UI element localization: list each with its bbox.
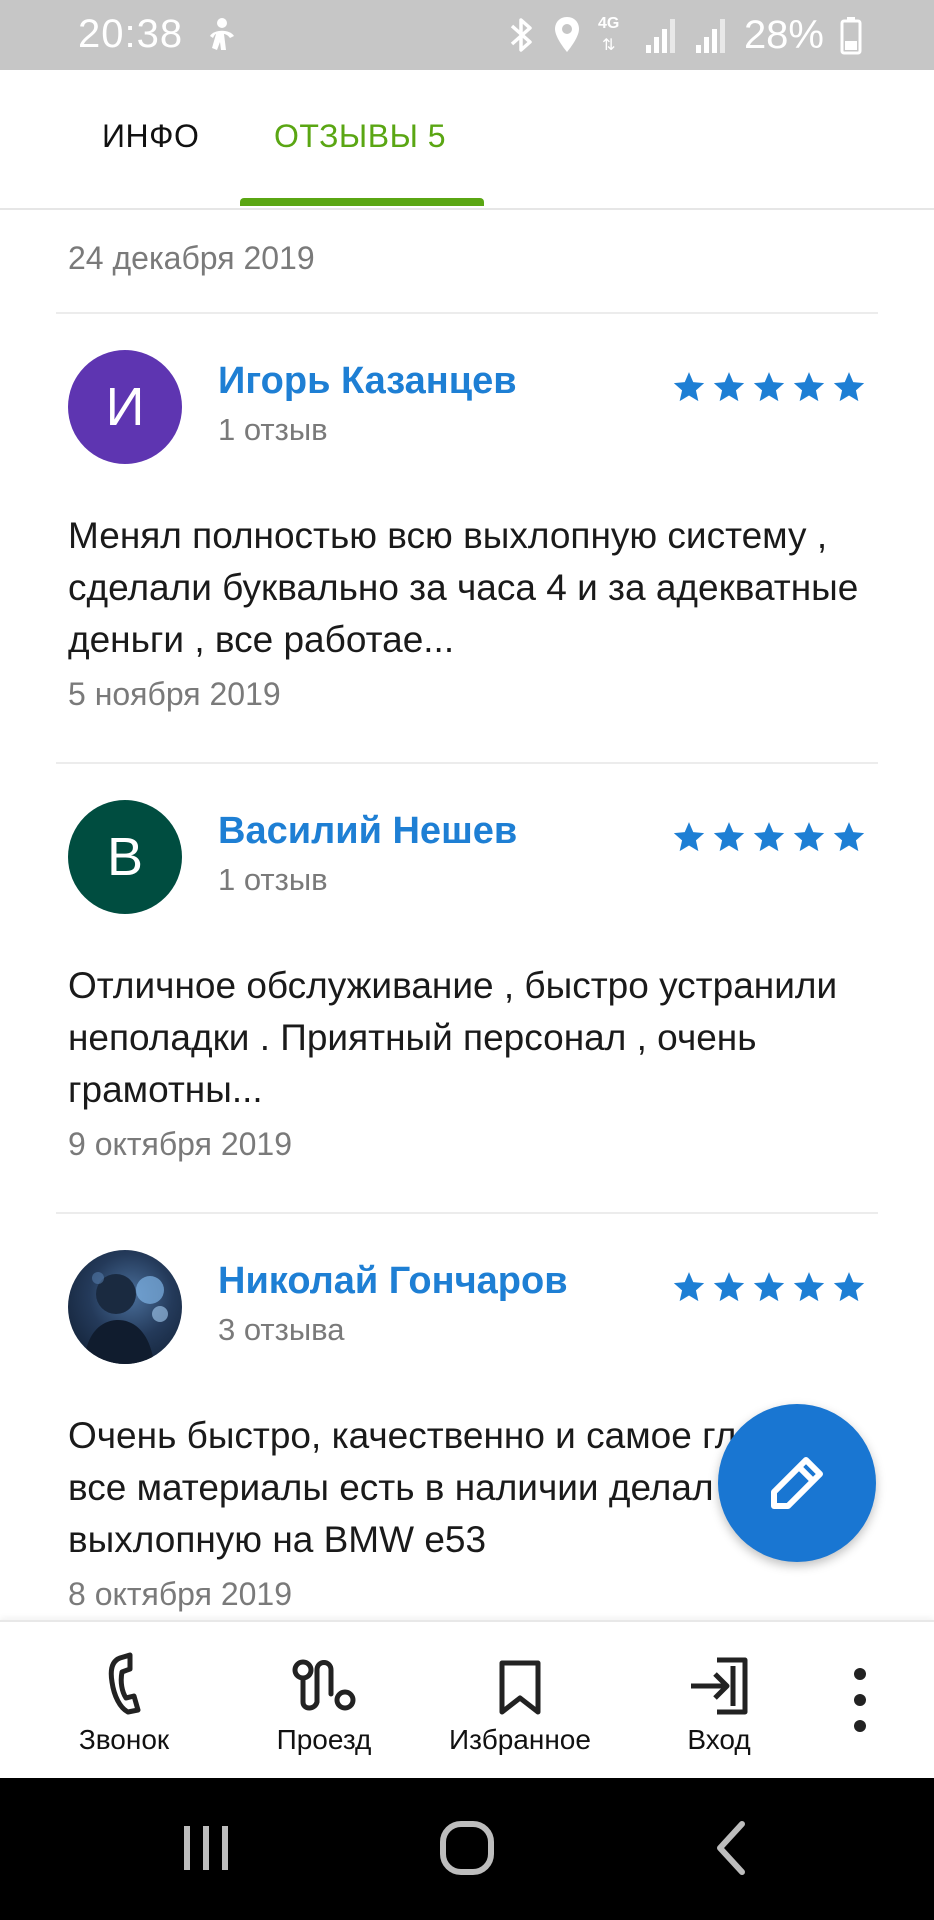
review-date: 9 октября 2019 <box>68 1126 292 1162</box>
review-date: 8 октября 2019 <box>68 1576 292 1612</box>
network-indicator: 4G ⇅ <box>597 15 620 54</box>
location-icon <box>554 17 579 52</box>
accessibility-icon <box>210 18 234 50</box>
rating-stars <box>672 820 866 854</box>
star-icon <box>673 372 705 402</box>
avatar[interactable]: В <box>68 800 182 914</box>
review-text[interactable]: Менял полностью всю выхлопную систему , … <box>68 510 868 666</box>
back-icon[interactable] <box>710 1818 750 1878</box>
login-label: Вход <box>687 1724 751 1755</box>
signal-icon-2 <box>695 19 725 53</box>
avatar-photo-icon <box>84 1272 168 1364</box>
network-type: 4G <box>597 15 620 32</box>
pencil-icon <box>771 1457 823 1509</box>
avatar[interactable] <box>68 1250 182 1364</box>
star-icon <box>793 822 825 852</box>
write-review-button[interactable] <box>718 1404 876 1562</box>
battery-percent: 28% <box>743 12 824 57</box>
star-icon <box>833 822 865 852</box>
bottom-navigation: Звонок Проезд Избранное Вход <box>0 1620 934 1778</box>
star-icon <box>753 372 785 402</box>
login-button[interactable]: Вход <box>660 1622 778 1780</box>
route-label: Проезд <box>276 1724 372 1755</box>
star-icon <box>833 372 865 402</box>
review-date: 5 ноября 2019 <box>68 676 281 712</box>
more-dot-icon <box>854 1720 866 1732</box>
route-icon <box>292 1659 356 1711</box>
avatar-initial: В <box>106 827 144 887</box>
star-icon <box>713 1272 745 1302</box>
signal-icon <box>645 19 675 53</box>
recent-apps-icon[interactable] <box>180 1818 232 1878</box>
system-navigation-bar <box>0 1778 934 1920</box>
tab-bar: ИНФО ОТЗЫВЫ 5 <box>0 70 934 210</box>
reviewer-name[interactable]: Николай Гончаров <box>218 1260 568 1303</box>
review-card[interactable]: И Игорь Казанцев 1 отзыв Менял полностью… <box>0 314 934 764</box>
reviewer-review-count: 1 отзыв <box>218 412 328 447</box>
star-icon <box>793 372 825 402</box>
tab-reviews[interactable]: ОТЗЫВЫ 5 <box>274 118 446 155</box>
star-icon <box>673 822 705 852</box>
favorites-label: Избранное <box>449 1724 591 1755</box>
battery-icon <box>840 17 862 55</box>
more-options-button[interactable] <box>838 1662 882 1738</box>
phone-icon <box>108 1652 141 1715</box>
tab-info[interactable]: ИНФО <box>102 118 199 155</box>
avatar-initial: И <box>105 377 145 437</box>
active-tab-indicator <box>240 198 484 206</box>
star-icon <box>833 1272 865 1302</box>
route-button[interactable]: Проезд <box>254 1622 394 1780</box>
review-card[interactable]: В Василий Нешев 1 отзыв Отличное обслужи… <box>0 764 934 1214</box>
reviewer-review-count: 1 отзыв <box>218 862 328 897</box>
review-date: 24 декабря 2019 <box>68 240 315 276</box>
more-dot-icon <box>854 1694 866 1706</box>
star-icon <box>713 372 745 402</box>
bluetooth-icon <box>510 18 532 52</box>
star-icon <box>673 1272 705 1302</box>
star-icon <box>713 822 745 852</box>
rating-stars <box>672 1270 866 1304</box>
status-bar: 20:38 4G ⇅ 28% <box>0 0 934 70</box>
rating-stars <box>672 370 866 404</box>
review-text[interactable]: Отличное обслуживание , быстро устранили… <box>68 960 868 1116</box>
favorites-button[interactable]: Избранное <box>436 1622 604 1780</box>
call-label: Звонок <box>78 1724 170 1755</box>
star-icon <box>753 822 785 852</box>
home-icon[interactable] <box>438 1818 496 1878</box>
reviewer-name[interactable]: Василий Нешев <box>218 810 517 853</box>
star-icon <box>793 1272 825 1302</box>
status-time: 20:38 <box>78 12 184 56</box>
bookmark-icon <box>499 1660 541 1715</box>
star-icon <box>753 1272 785 1302</box>
reviewer-review-count: 3 отзыва <box>218 1312 345 1347</box>
reviewer-name[interactable]: Игорь Казанцев <box>218 360 517 403</box>
login-icon <box>691 1657 748 1715</box>
call-button[interactable]: Звонок <box>60 1622 188 1780</box>
avatar[interactable]: И <box>68 350 182 464</box>
more-dot-icon <box>854 1668 866 1680</box>
